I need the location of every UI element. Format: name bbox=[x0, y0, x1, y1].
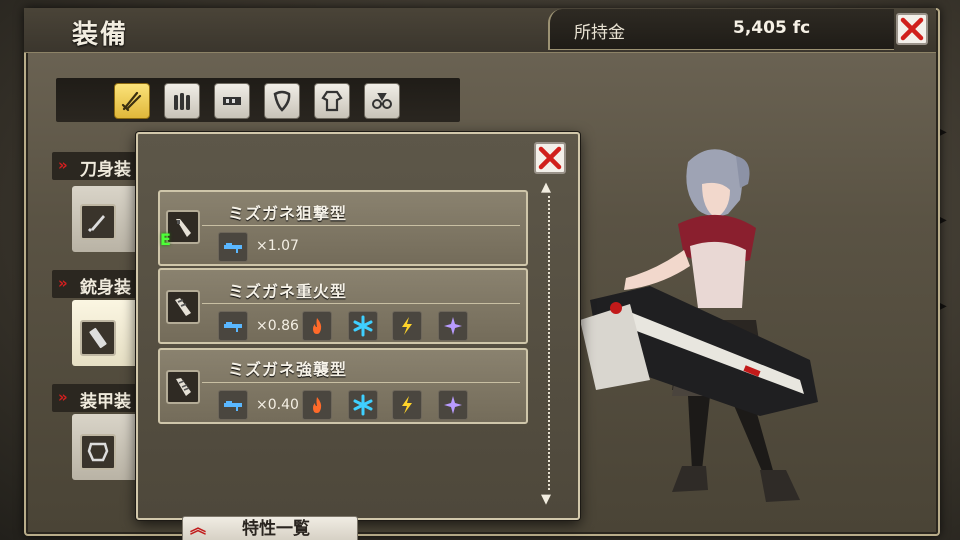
close-icon bbox=[538, 146, 562, 170]
divider bbox=[202, 303, 520, 304]
chevron-up-icon: ︽ bbox=[190, 518, 207, 537]
category-label-armor: 装甲装 bbox=[80, 392, 131, 412]
game-screen: ▶ ▶ ▶ 装備 所持金 5,405 fc » 刀身装 » 銃身装 » 装甲装 … bbox=[0, 0, 960, 540]
heavy-type-icon bbox=[218, 311, 248, 341]
money-label: 所持金 bbox=[574, 23, 625, 43]
clothes-icon bbox=[321, 90, 343, 112]
tab-shield[interactable] bbox=[264, 83, 300, 119]
ice-icon bbox=[348, 390, 378, 420]
tab-clothes[interactable] bbox=[314, 83, 350, 119]
shield-icon bbox=[273, 90, 291, 112]
attack-multiplier: ×0.40 bbox=[256, 397, 299, 413]
gun-icon bbox=[80, 320, 116, 356]
bullets-icon bbox=[174, 93, 190, 110]
category-label-blade: 刀身装 bbox=[80, 160, 131, 180]
close-button[interactable] bbox=[896, 13, 928, 45]
scroll-down-icon[interactable]: ▼ bbox=[541, 492, 551, 507]
blade-icon bbox=[80, 204, 116, 240]
ice-icon bbox=[348, 311, 378, 341]
tab-bullets[interactable] bbox=[164, 83, 200, 119]
weapon-name: ミズガネ強襲型 bbox=[228, 360, 348, 379]
money-value: 5,405 fc bbox=[733, 18, 811, 38]
close-icon bbox=[900, 17, 924, 41]
tab-blade[interactable] bbox=[114, 83, 150, 119]
thunder-icon bbox=[392, 311, 422, 341]
chevron-right-icon: » bbox=[58, 388, 68, 406]
fire-icon bbox=[302, 390, 332, 420]
gun-part-icon bbox=[223, 97, 241, 105]
divine-icon bbox=[438, 311, 468, 341]
chevron-right-icon: » bbox=[58, 274, 68, 292]
gun-icon bbox=[166, 370, 200, 404]
divider bbox=[202, 225, 520, 226]
attack-multiplier: ×0.86 bbox=[256, 318, 299, 334]
scrollbar-track[interactable] bbox=[548, 196, 550, 490]
divine-icon bbox=[438, 390, 468, 420]
scroll-up-icon[interactable]: ▲ bbox=[541, 180, 551, 195]
tab-accessory[interactable] bbox=[364, 83, 400, 119]
divider bbox=[202, 382, 520, 383]
page-title: 装備 bbox=[72, 20, 129, 50]
thunder-icon bbox=[392, 390, 422, 420]
gun-icon bbox=[166, 290, 200, 324]
assault-type-icon bbox=[218, 390, 248, 420]
gun-icon bbox=[166, 210, 200, 244]
equipped-badge: E bbox=[160, 230, 171, 249]
armor-icon bbox=[80, 434, 116, 470]
trait-list-label: 特性一覧 bbox=[242, 519, 310, 539]
weapon-name: ミズガネ重火型 bbox=[228, 282, 348, 301]
popup-close-button[interactable] bbox=[534, 142, 566, 174]
character-model bbox=[580, 149, 818, 502]
chevron-right-icon: » bbox=[58, 156, 68, 174]
category-label-gun: 銃身装 bbox=[80, 278, 131, 298]
attack-multiplier: ×1.07 bbox=[256, 238, 299, 254]
sniper-type-icon bbox=[218, 232, 248, 262]
fire-icon bbox=[302, 311, 332, 341]
weapon-name: ミズガネ狙撃型 bbox=[228, 204, 348, 223]
blade-icon bbox=[121, 91, 142, 112]
tab-gun[interactable] bbox=[214, 83, 250, 119]
accessory-icon bbox=[372, 93, 392, 109]
